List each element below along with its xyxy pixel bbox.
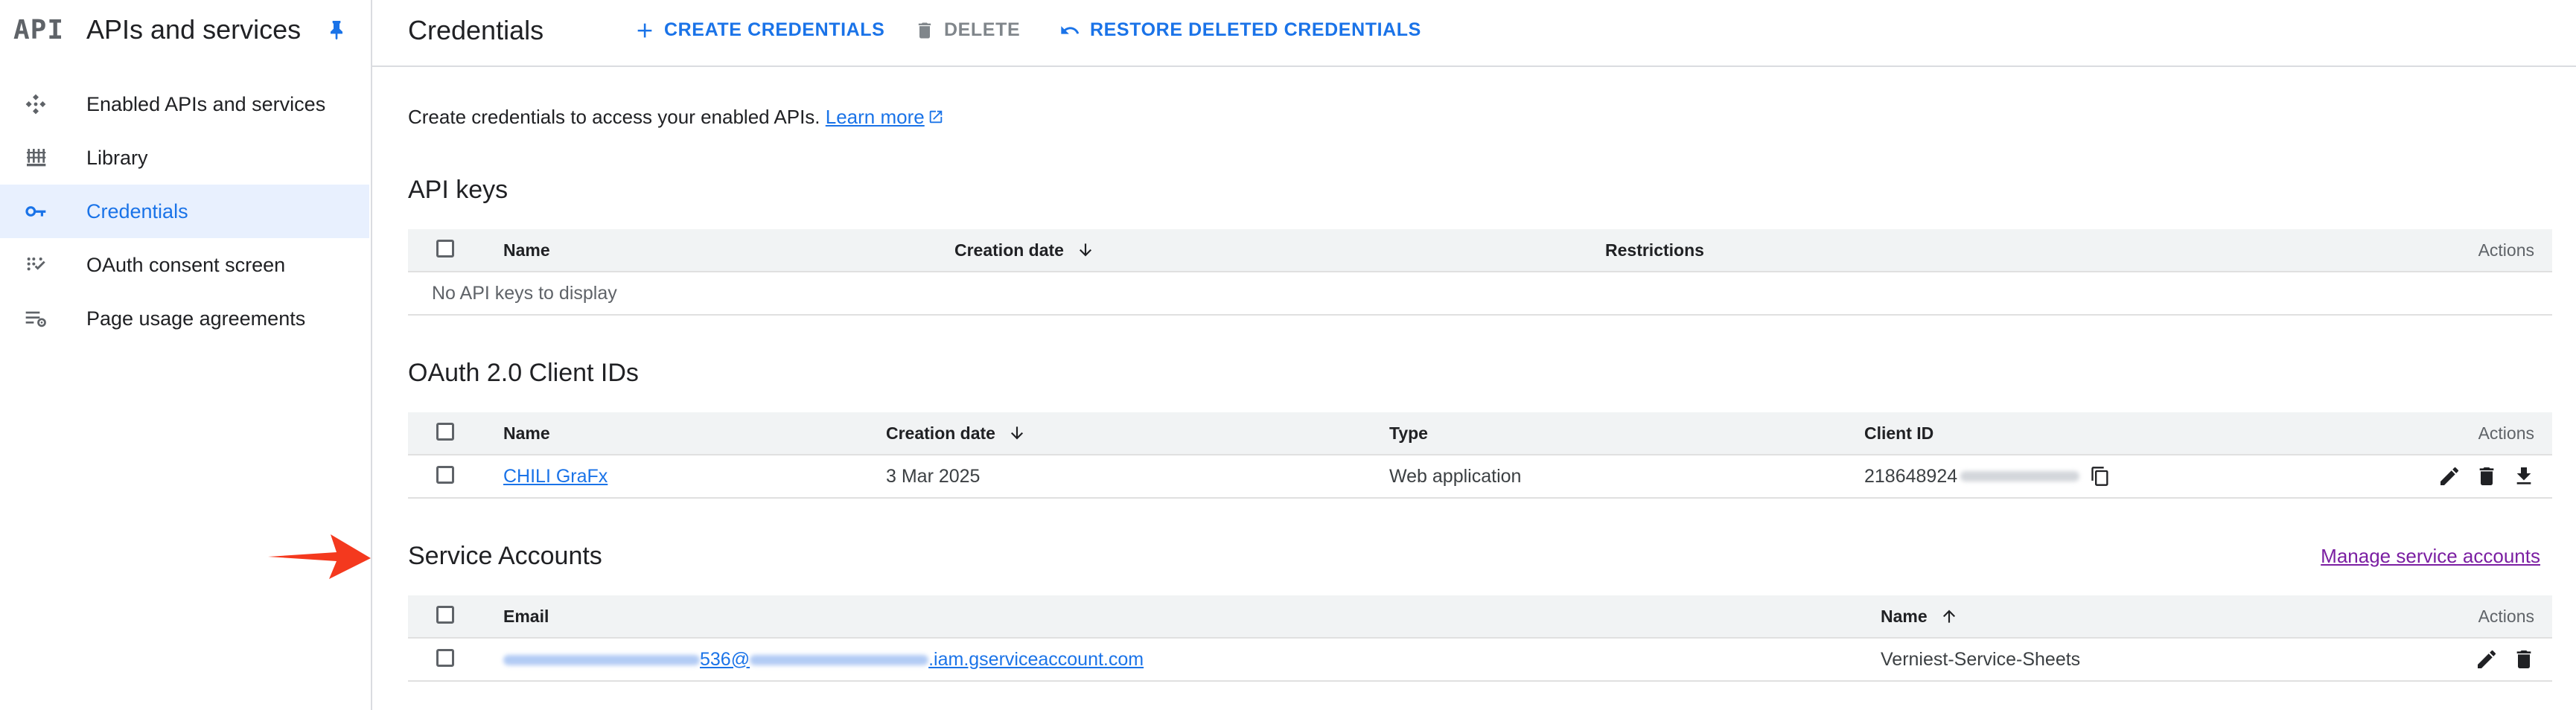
empty-state-text: No API keys to display (432, 282, 617, 304)
column-header-email[interactable]: Email (503, 595, 549, 637)
arrow-down-icon (1079, 243, 1092, 257)
restore-deleted-credentials-button[interactable]: RESTORE DELETED CREDENTIALS (1059, 19, 1421, 41)
undo-icon (1061, 25, 1080, 34)
service-accounts-table: Email Name Actions 536@ .iam.gserviceacco… (408, 595, 2552, 682)
library-icon (27, 149, 46, 167)
row-actions (2475, 647, 2536, 671)
key-icon (25, 206, 46, 217)
delete-label: DELETE (944, 19, 1021, 40)
delete-icon[interactable] (2475, 464, 2499, 488)
restore-label: RESTORE DELETED CREDENTIALS (1090, 19, 1421, 40)
select-all-checkbox[interactable] (436, 423, 454, 441)
column-header-name[interactable]: Name (1881, 595, 1959, 637)
intro-description: Create credentials to access your enable… (408, 106, 820, 128)
table-header: Email Name Actions (408, 595, 2552, 639)
api-hub-icon (25, 94, 46, 115)
trash-icon (918, 22, 931, 38)
client-name-link[interactable]: CHILI GraFx (503, 466, 608, 487)
arrow-up-icon (1942, 610, 1955, 623)
sidebar-item-label: OAuth consent screen (86, 253, 286, 276)
email-visible-fragment: 536@ (700, 648, 750, 670)
copy-icon[interactable] (2090, 466, 2111, 487)
redacted-client-id (1960, 471, 2080, 482)
table-header: Name Creation date Restrictions Actions (408, 229, 2552, 272)
type-cell: Web application (1389, 465, 1522, 487)
column-label: Creation date (886, 423, 995, 443)
row-checkbox[interactable] (436, 466, 454, 484)
redacted-email-domain (750, 654, 929, 665)
sidebar-nav: Enabled APIs and services Library Creden (0, 77, 369, 345)
manage-service-accounts-link[interactable]: Manage service accounts (2321, 545, 2540, 568)
sidebar-item-page-usage[interactable]: Page usage agreements (0, 292, 369, 345)
annotation-arrow (268, 534, 371, 579)
select-all-checkbox[interactable] (436, 606, 454, 624)
column-header-creation-date[interactable]: Creation date (954, 229, 1095, 271)
column-header-name[interactable]: Name (503, 229, 550, 271)
sidebar-item-enabled-apis[interactable]: Enabled APIs and services (0, 77, 369, 131)
learn-more-link[interactable]: Learn more (826, 106, 925, 128)
sidebar-item-oauth-consent[interactable]: OAuth consent screen (0, 238, 369, 292)
sidebar-header: API APIs and services (13, 0, 371, 60)
column-header-type: Type (1389, 423, 1428, 443)
column-header-actions: Actions (2478, 423, 2534, 443)
download-icon[interactable] (2512, 464, 2536, 488)
service-account-name-cell: Verniest-Service-Sheets (1881, 648, 2081, 670)
sidebar-item-credentials[interactable]: Credentials (0, 185, 369, 238)
table-header: Name Creation date Type Client ID Action… (408, 412, 2552, 455)
oauth-table: Name Creation date Type Client ID Action… (408, 412, 2552, 499)
page-header: Credentials CREATE CREDENTIALS DELETE RE… (372, 0, 2576, 67)
pin-icon[interactable] (325, 18, 348, 42)
arrow-down-icon (1010, 426, 1024, 440)
sidebar-item-library[interactable]: Library (0, 131, 369, 185)
create-credentials-label: CREATE CREDENTIALS (664, 19, 885, 40)
creation-date-cell: 3 Mar 2025 (886, 465, 981, 487)
sidebar-item-label: Page usage agreements (86, 307, 306, 330)
column-header-name[interactable]: Name (503, 412, 550, 454)
edit-icon[interactable] (2475, 647, 2499, 671)
email-cell: 536@ .iam.gserviceaccount.com (503, 639, 1144, 680)
sidebar: API APIs and services Enabled APIs and s… (0, 0, 372, 710)
external-link-icon[interactable] (928, 109, 944, 125)
sidebar-item-label: Credentials (86, 199, 188, 223)
service-accounts-title: Service Accounts (408, 542, 602, 570)
column-header-creation-date[interactable]: Creation date (886, 412, 1027, 454)
api-logo: API (13, 14, 65, 45)
client-id-value: 218648924 (1864, 465, 1958, 487)
service-account-email-link[interactable]: 536@ .iam.gserviceaccount.com (503, 649, 1144, 671)
table-row: CHILI GraFx 3 Mar 2025 Web application 2… (408, 455, 2552, 499)
intro-text: Create credentials to access your enable… (408, 106, 944, 129)
delete-button[interactable]: DELETE (914, 19, 1020, 41)
row-checkbox[interactable] (436, 649, 454, 667)
plus-icon (637, 23, 652, 37)
redacted-email-prefix (503, 654, 700, 665)
create-credentials-button[interactable]: CREATE CREDENTIALS (634, 19, 884, 41)
edit-icon[interactable] (2438, 464, 2461, 488)
name-cell: CHILI GraFx (503, 455, 608, 497)
product-title: APIs and services (86, 14, 302, 45)
table-empty-row: No API keys to display (408, 272, 2552, 316)
column-header-actions: Actions (2478, 240, 2534, 260)
api-keys-title: API keys (408, 176, 508, 204)
column-header-restrictions: Restrictions (1605, 240, 1704, 260)
table-row: 536@ .iam.gserviceaccount.com Verniest-Se… (408, 639, 2552, 682)
api-keys-table: Name Creation date Restrictions Actions … (408, 229, 2552, 316)
sidebar-item-label: Enabled APIs and services (86, 92, 326, 115)
consent-icon (27, 258, 45, 271)
column-header-client-id: Client ID (1864, 423, 1934, 443)
page-title: Credentials (408, 15, 544, 45)
column-header-actions: Actions (2478, 606, 2534, 626)
settings-list-icon (25, 311, 46, 327)
column-label: Creation date (954, 240, 1064, 260)
email-suffix: .iam.gserviceaccount.com (928, 648, 1144, 670)
oauth-client-ids-title: OAuth 2.0 Client IDs (408, 359, 639, 387)
client-id-cell: 218648924 (1864, 455, 2111, 497)
sidebar-item-label: Library (86, 146, 148, 169)
row-actions (2438, 464, 2536, 488)
select-all-checkbox[interactable] (436, 240, 454, 258)
delete-icon[interactable] (2512, 647, 2536, 671)
column-label: Name (1881, 606, 1928, 626)
